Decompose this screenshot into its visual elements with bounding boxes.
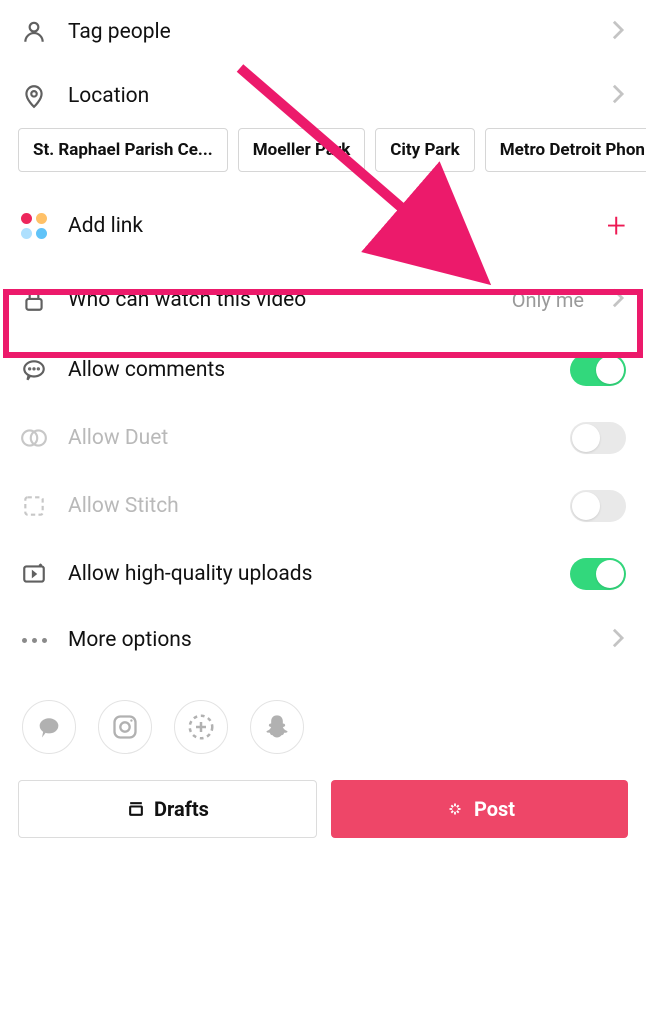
- link-dots-icon: [20, 212, 48, 240]
- allow-hq-toggle[interactable]: [570, 558, 626, 590]
- more-options-label: More options: [68, 628, 590, 652]
- instagram-icon[interactable]: [98, 700, 152, 754]
- allow-comments-label: Allow comments: [68, 358, 550, 382]
- add-link-row[interactable]: Add link +: [0, 188, 646, 264]
- location-chip[interactable]: City Park: [375, 128, 474, 172]
- add-story-icon[interactable]: [174, 700, 228, 754]
- drafts-button[interactable]: Drafts: [18, 780, 317, 838]
- privacy-label: Who can watch this video: [68, 288, 492, 312]
- allow-comments-toggle[interactable]: [570, 354, 626, 386]
- sparkle-icon: [444, 798, 466, 820]
- share-icons-row: [0, 672, 646, 772]
- allow-hq-label: Allow high-quality uploads: [68, 562, 550, 586]
- lock-icon: [20, 286, 48, 314]
- share-comment-icon[interactable]: [22, 700, 76, 754]
- person-icon: [20, 18, 48, 46]
- stitch-icon: [20, 492, 48, 520]
- post-label: Post: [474, 797, 515, 821]
- hq-upload-icon: [20, 560, 48, 588]
- privacy-value: Only me: [512, 288, 584, 312]
- location-label: Location: [68, 84, 590, 108]
- drafts-icon: [126, 799, 146, 819]
- add-link-label: Add link: [68, 214, 587, 238]
- allow-duet-toggle[interactable]: [570, 422, 626, 454]
- bottom-actions: Drafts Post: [0, 772, 646, 856]
- location-suggestions: St. Raphael Parish Ce... Moeller Park Ci…: [0, 128, 646, 188]
- allow-hq-row: Allow high-quality uploads: [0, 540, 646, 608]
- location-chip[interactable]: Metro Detroit Phon: [485, 128, 646, 172]
- chevron-right-icon: [610, 83, 626, 109]
- location-pin-icon: [20, 82, 48, 110]
- chevron-right-icon: [610, 19, 626, 45]
- chevron-right-icon: [610, 627, 626, 653]
- tag-people-label: Tag people: [68, 20, 590, 44]
- allow-stitch-label: Allow Stitch: [68, 494, 550, 518]
- allow-stitch-row: Allow Stitch: [0, 472, 646, 540]
- tag-people-row[interactable]: Tag people: [0, 0, 646, 64]
- comment-icon: [20, 356, 48, 384]
- allow-duet-row: Allow Duet: [0, 404, 646, 472]
- location-chip[interactable]: St. Raphael Parish Ce...: [18, 128, 228, 172]
- allow-stitch-toggle[interactable]: [570, 490, 626, 522]
- allow-comments-row: Allow comments: [0, 336, 646, 404]
- snapchat-icon[interactable]: [250, 700, 304, 754]
- drafts-label: Drafts: [154, 797, 209, 821]
- post-button[interactable]: Post: [331, 780, 628, 838]
- ellipsis-icon: [20, 626, 48, 654]
- allow-duet-label: Allow Duet: [68, 426, 550, 450]
- privacy-row[interactable]: Who can watch this video Only me: [0, 264, 646, 336]
- more-options-row[interactable]: More options: [0, 608, 646, 672]
- duet-icon: [20, 424, 48, 452]
- plus-icon[interactable]: +: [607, 206, 626, 246]
- location-chip[interactable]: Moeller Park: [238, 128, 366, 172]
- chevron-right-icon: [610, 287, 626, 313]
- location-row[interactable]: Location: [0, 64, 646, 128]
